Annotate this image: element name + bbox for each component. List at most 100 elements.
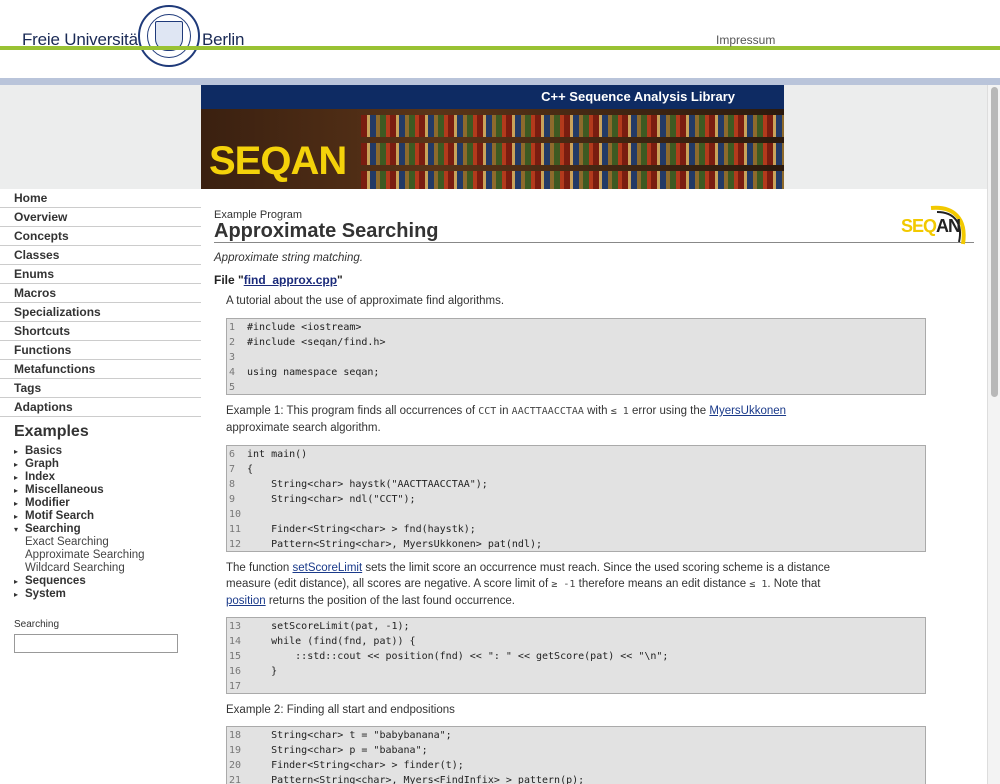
sidebar-item-functions[interactable]: Functions xyxy=(0,341,201,360)
code-line: 12 Pattern<String<char>, MyersUkkonen> p… xyxy=(227,537,925,552)
code-line: 8 String<char> haystk("AACTTAACCTAA"); xyxy=(227,477,925,492)
code-line: 14 while (find(fnd, pat)) { xyxy=(227,634,925,649)
line-number: 12 xyxy=(229,539,242,550)
examples-item-label: Searching xyxy=(25,523,81,535)
example-1-text: Example 1: This program finds all occurr… xyxy=(226,405,787,434)
code-text: String<char> ndl("CCT"); xyxy=(247,494,416,505)
code-line: 4 using namespace seqan; xyxy=(227,365,925,380)
main-content: Example Program Approximate Searching SE… xyxy=(201,189,987,784)
examples-item-modifier[interactable]: ▸ Modifier xyxy=(0,497,201,510)
score-limit-text: The function setScoreLimit sets the limi… xyxy=(226,562,831,607)
triangle-right-icon[interactable]: ▸ xyxy=(14,458,25,471)
triangle-right-icon[interactable]: ▸ xyxy=(14,497,25,510)
line-number: 16 xyxy=(229,666,242,677)
code-text: Pattern<String<char>, Myers<FindInfix> >… xyxy=(247,775,585,784)
header-green-rule xyxy=(0,46,1000,50)
code-text: Finder<String<char> > fnd(haystk); xyxy=(247,524,476,535)
sidebar-item-overview[interactable]: Overview xyxy=(0,208,201,227)
impressum-link[interactable]: Impressum xyxy=(716,33,775,47)
examples-item-label: Basics xyxy=(25,445,63,457)
intro-text: A tutorial about the use of approximate … xyxy=(226,295,505,307)
sidebar-item-enums[interactable]: Enums xyxy=(0,265,201,284)
triangle-right-icon[interactable]: ▸ xyxy=(14,445,25,458)
searching-subitem-exact-searching[interactable]: Exact Searching xyxy=(0,536,201,549)
triangle-down-icon[interactable]: ▾ xyxy=(14,523,25,536)
setscorelimit-link[interactable]: setScoreLimit xyxy=(292,562,362,574)
sidebar-item-shortcuts[interactable]: Shortcuts xyxy=(0,322,201,341)
example-2-text: Example 2: Finding all start and endposi… xyxy=(226,704,455,716)
banner: C++ Sequence Analysis Library SEQAN xyxy=(201,85,784,189)
banner-library-image: SEQAN xyxy=(201,109,784,189)
code-line: 2 #include <seqan/find.h> xyxy=(227,335,925,350)
examples-item-label: Modifier xyxy=(25,497,70,509)
sidebar-item-home[interactable]: Home xyxy=(0,189,201,208)
file-link[interactable]: find_approx.cpp xyxy=(244,273,337,287)
university-header: Freie Universität Berlin Impressum xyxy=(0,0,1000,86)
seqan-logo[interactable]: SEQAN xyxy=(209,139,347,184)
file-suffix: " xyxy=(337,273,343,287)
search-input[interactable] xyxy=(14,634,178,653)
sidebar-item-macros[interactable]: Macros xyxy=(0,284,201,303)
examples-heading: Examples xyxy=(14,423,89,440)
university-seal-icon xyxy=(138,5,200,67)
title-divider xyxy=(214,242,974,243)
sidebar-item-specializations[interactable]: Specializations xyxy=(0,303,201,322)
examples-item-label: Graph xyxy=(25,458,59,470)
sidebar-item-tags[interactable]: Tags xyxy=(0,379,201,398)
triangle-right-icon[interactable]: ▸ xyxy=(14,484,25,497)
examples-item-label: Motif Search xyxy=(25,510,95,522)
examples-item-system[interactable]: ▸ System xyxy=(0,588,201,601)
line-number: 18 xyxy=(229,730,242,741)
triangle-right-icon[interactable]: ▸ xyxy=(14,471,25,484)
sidebar-item-adaptions[interactable]: Adaptions xyxy=(0,398,201,417)
code-text: using namespace seqan; xyxy=(247,367,380,378)
code-text: while (find(fnd, pat)) { xyxy=(247,636,416,647)
code-text: Pattern<String<char>, MyersUkkonen> pat(… xyxy=(247,539,543,550)
sidebar-item-metafunctions[interactable]: Metafunctions xyxy=(0,360,201,379)
code-text: } xyxy=(247,666,278,677)
position-link[interactable]: position xyxy=(226,595,266,607)
line-number: 14 xyxy=(229,636,242,647)
line-number: 13 xyxy=(229,621,242,632)
examples-item-index[interactable]: ▸ Index xyxy=(0,471,201,484)
seqan-small-logo-icon: SEQAN xyxy=(901,204,973,248)
code-line: 10 xyxy=(227,507,925,522)
code-line: 6 int main() xyxy=(227,447,925,462)
examples-item-graph[interactable]: ▸ Graph xyxy=(0,458,201,471)
code-line: 21 Pattern<String<char>, Myers<FindInfix… xyxy=(227,773,925,784)
line-number: 5 xyxy=(229,382,236,393)
examples-item-motif-search[interactable]: ▸ Motif Search xyxy=(0,510,201,523)
triangle-right-icon[interactable]: ▸ xyxy=(14,575,25,588)
code-block-1: 1 #include <iostream> 2 #include <seqan/fin… xyxy=(226,318,926,395)
code-text: ::std::cout << position(fnd) << ": " << … xyxy=(247,651,669,662)
triangle-right-icon[interactable]: ▸ xyxy=(14,510,25,523)
code-block-3: 13 setScoreLimit(pat, -1); 14 while (find… xyxy=(226,617,926,694)
myersukkonen-link[interactable]: MyersUkkonen xyxy=(709,405,786,417)
line-number: 10 xyxy=(229,509,242,520)
sidebar-item-classes[interactable]: Classes xyxy=(0,246,201,265)
line-number: 3 xyxy=(229,352,236,363)
examples-item-label: System xyxy=(25,588,66,600)
sidebar-item-concepts[interactable]: Concepts xyxy=(0,227,201,246)
file-prefix: File " xyxy=(214,273,244,287)
search-label: Searching xyxy=(14,619,60,630)
examples-item-label: Sequences xyxy=(25,575,86,587)
examples-item-label: Index xyxy=(25,471,56,483)
code-text: { xyxy=(247,464,254,475)
examples-item-miscellaneous[interactable]: ▸ Miscellaneous xyxy=(0,484,201,497)
code-line: 13 setScoreLimit(pat, -1); xyxy=(227,619,925,634)
code-text: Finder<String<char> > finder(t); xyxy=(247,760,464,771)
triangle-right-icon[interactable]: ▸ xyxy=(14,588,25,601)
code-block-4: 18 String<char> t = "babybanana"; 19 Stri… xyxy=(226,726,926,784)
scrollbar[interactable] xyxy=(987,85,1000,784)
searching-subitem-wildcard-searching[interactable]: Wildcard Searching xyxy=(0,562,201,575)
line-number: 21 xyxy=(229,775,242,784)
code-line: 17 xyxy=(227,679,925,694)
examples-item-searching[interactable]: ▾ Searching xyxy=(0,523,201,536)
code-text: String<char> haystk("AACTTAACCTAA"); xyxy=(247,479,488,490)
examples-item-basics[interactable]: ▸ Basics xyxy=(0,445,201,458)
line-number: 2 xyxy=(229,337,236,348)
searching-subitem-approximate-searching[interactable]: Approximate Searching xyxy=(0,549,201,562)
scrollbar-thumb[interactable] xyxy=(991,87,998,397)
examples-item-sequences[interactable]: ▸ Sequences xyxy=(0,575,201,588)
